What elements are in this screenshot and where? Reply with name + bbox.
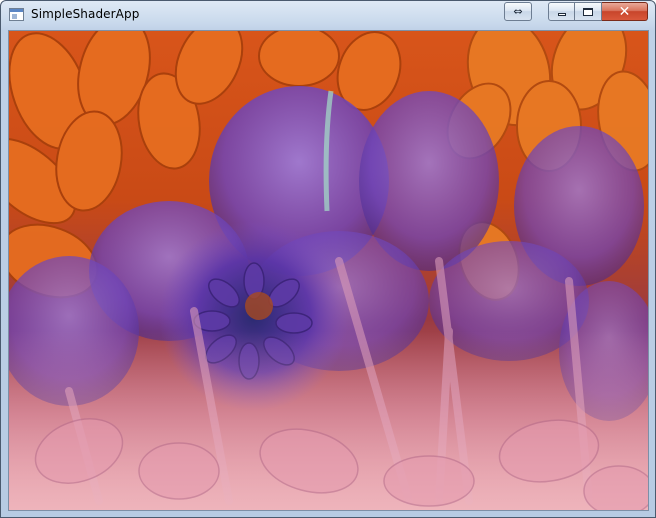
- shader-render-canvas: [9, 31, 648, 510]
- close-button[interactable]: ✕: [602, 2, 648, 21]
- swap-button[interactable]: ⇔: [504, 2, 532, 21]
- window-title: SimpleShaderApp: [31, 7, 140, 21]
- maximize-icon: [583, 7, 593, 16]
- app-window: SimpleShaderApp ⇔ ✕: [0, 0, 656, 518]
- render-viewport[interactable]: [8, 30, 649, 511]
- maximize-button[interactable]: [575, 2, 602, 21]
- close-icon: ✕: [618, 3, 631, 20]
- app-window-icon[interactable]: [9, 8, 24, 21]
- minimize-button[interactable]: [548, 2, 575, 21]
- title-bar[interactable]: SimpleShaderApp ⇔ ✕: [1, 1, 655, 29]
- minimize-icon: [557, 13, 566, 16]
- swap-arrows-icon: ⇔: [513, 5, 523, 18]
